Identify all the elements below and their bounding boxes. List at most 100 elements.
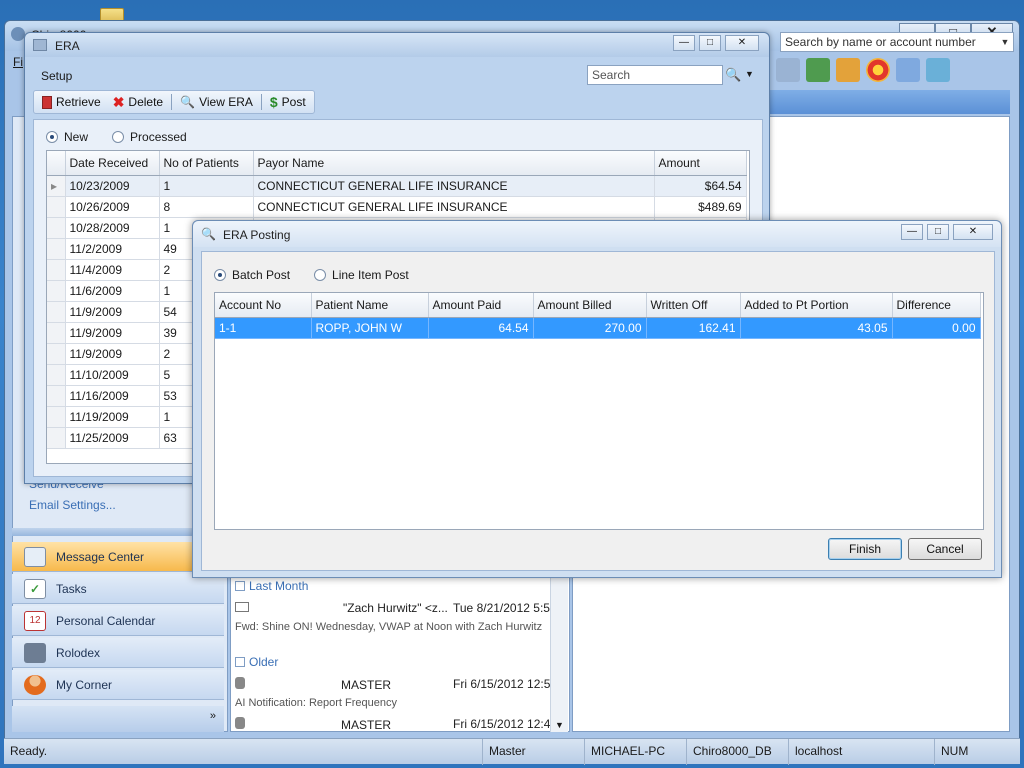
chart-icon[interactable] — [806, 58, 830, 82]
cell-pt-portion[interactable]: 43.05 — [740, 317, 893, 339]
column-header-difference[interactable]: Difference — [892, 293, 981, 318]
collapse-icon[interactable] — [235, 657, 245, 667]
posting-grid[interactable]: Account No Patient Name Amount Paid Amou… — [214, 292, 984, 530]
cell-payor[interactable]: CONNECTICUT GENERAL LIFE INSURANCE — [253, 196, 655, 218]
group-last-month[interactable]: Last Month — [235, 579, 308, 593]
row-header[interactable] — [47, 301, 66, 323]
view-era-button[interactable]: 🔍 View ERA — [176, 95, 257, 109]
table-row[interactable]: 1-1 ROPP, JOHN W 64.54 270.00 162.41 43.… — [215, 317, 981, 339]
filter-processed-radio[interactable]: Processed — [112, 130, 187, 144]
people-icon[interactable] — [836, 58, 860, 82]
target-icon[interactable] — [866, 58, 890, 82]
cell-date[interactable]: 11/2/2009 — [65, 238, 160, 260]
row-header[interactable] — [47, 238, 66, 260]
close-button[interactable]: ✕ — [725, 35, 759, 51]
cell-paid[interactable]: 64.54 — [428, 317, 534, 339]
column-header-date[interactable]: Date Received — [65, 151, 160, 176]
row-header[interactable] — [47, 364, 66, 386]
nav-tasks[interactable]: ✓ Tasks — [12, 574, 224, 604]
row-header[interactable]: ▸ — [47, 175, 66, 197]
cell-date[interactable]: 11/25/2009 — [65, 427, 160, 449]
cell-amount[interactable]: $64.54 — [654, 175, 747, 197]
column-header-patients[interactable]: No of Patients — [159, 151, 254, 176]
batch-post-radio[interactable]: Batch Post — [214, 268, 290, 282]
maximize-button[interactable]: □ — [927, 224, 949, 240]
delete-button[interactable]: ✖ Delete — [109, 94, 167, 111]
column-header-amount[interactable]: Amount — [654, 151, 747, 176]
cell-patients[interactable]: 1 — [159, 175, 254, 197]
row-header[interactable] — [47, 406, 66, 428]
message-subject[interactable]: AI Notification: Report Frequency — [235, 697, 397, 709]
row-header[interactable] — [47, 385, 66, 407]
row-header[interactable] — [47, 322, 66, 344]
menu-setup[interactable]: Setup — [41, 69, 72, 83]
era-search-input[interactable]: Search — [587, 65, 723, 85]
collapse-icon[interactable] — [235, 581, 245, 591]
nav-personal-calendar[interactable]: 12 Personal Calendar — [12, 606, 224, 636]
list-item[interactable]: MASTER Fri 6/15/2012 12:4... — [235, 717, 560, 732]
cell-date[interactable]: 11/4/2009 — [65, 259, 160, 281]
filter-new-radio[interactable]: New — [46, 130, 88, 144]
minimize-button[interactable]: — — [901, 224, 923, 240]
chevron-down-icon[interactable]: ▼ — [745, 69, 754, 79]
cell-patients[interactable]: 8 — [159, 196, 254, 218]
row-header[interactable] — [47, 217, 66, 239]
row-header[interactable] — [47, 259, 66, 281]
post-button[interactable]: $ Post — [266, 94, 310, 110]
pen-icon[interactable] — [776, 58, 800, 82]
cell-date[interactable]: 11/16/2009 — [65, 385, 160, 407]
cell-date[interactable]: 11/9/2009 — [65, 301, 160, 323]
cell-date[interactable]: 11/10/2009 — [65, 364, 160, 386]
menu-file[interactable]: Fi — [13, 55, 23, 69]
message-subject[interactable]: Fwd: Shine ON! Wednesday, VWAP at Noon w… — [235, 621, 542, 633]
minimize-button[interactable]: — — [673, 35, 695, 51]
cell-date[interactable]: 10/28/2009 — [65, 217, 160, 239]
column-header-pt-portion[interactable]: Added to Pt Portion — [740, 293, 893, 318]
message-list-scrollbar[interactable]: ▼ — [550, 576, 568, 732]
cell-account[interactable]: 1-1 — [215, 317, 312, 339]
list-item[interactable]: MASTER Fri 6/15/2012 12:5... — [235, 677, 560, 692]
list-item[interactable]: "Zach Hurwitz" <z... Tue 8/21/2012 5:5..… — [235, 601, 560, 615]
row-header[interactable] — [47, 343, 66, 365]
cell-date[interactable]: 11/19/2009 — [65, 406, 160, 428]
photo-icon[interactable] — [926, 58, 950, 82]
cell-payor[interactable]: CONNECTICUT GENERAL LIFE INSURANCE — [253, 175, 655, 197]
search-icon[interactable]: 🔍 — [725, 67, 741, 83]
cell-date[interactable]: 11/9/2009 — [65, 343, 160, 365]
nav-my-corner[interactable]: My Corner — [12, 670, 224, 700]
row-header[interactable] — [47, 280, 66, 302]
column-header-account[interactable]: Account No — [215, 293, 312, 318]
row-header[interactable] — [47, 196, 66, 218]
cancel-button[interactable]: Cancel — [908, 538, 982, 560]
patient-search-input[interactable]: Search by name or account number ▼ — [780, 32, 1014, 52]
cell-patient[interactable]: ROPP, JOHN W — [311, 317, 429, 339]
cell-date[interactable]: 10/26/2009 — [65, 196, 160, 218]
table-row[interactable]: 10/26/2009 8 CONNECTICUT GENERAL LIFE INSU… — [47, 196, 747, 218]
chevron-down-icon[interactable]: ▼ — [998, 34, 1012, 50]
close-button[interactable]: ✕ — [953, 224, 993, 240]
chevron-double-right-icon[interactable]: » — [210, 710, 216, 722]
maximize-button[interactable]: □ — [699, 35, 721, 51]
nav-rolodex[interactable]: Rolodex — [12, 638, 224, 668]
line-item-post-radio[interactable]: Line Item Post — [314, 268, 409, 282]
compose-icon[interactable] — [896, 58, 920, 82]
group-older[interactable]: Older — [235, 655, 278, 669]
cell-amount[interactable]: $489.69 — [654, 196, 747, 218]
column-header-paid[interactable]: Amount Paid — [428, 293, 534, 318]
column-header-payor[interactable]: Payor Name — [253, 151, 655, 176]
email-settings-link[interactable]: Email Settings... — [29, 498, 116, 512]
cell-billed[interactable]: 270.00 — [533, 317, 647, 339]
cell-date[interactable]: 11/9/2009 — [65, 322, 160, 344]
row-header[interactable] — [47, 427, 66, 449]
cell-difference[interactable]: 0.00 — [892, 317, 981, 339]
scroll-down-icon[interactable]: ▼ — [555, 720, 564, 730]
column-header-written-off[interactable]: Written Off — [646, 293, 741, 318]
table-row[interactable]: ▸ 10/23/2009 1 CONNECTICUT GENERAL LIFE INS… — [47, 175, 747, 197]
column-header-billed[interactable]: Amount Billed — [533, 293, 647, 318]
retrieve-button[interactable]: Retrieve — [38, 95, 105, 109]
cell-written-off[interactable]: 162.41 — [646, 317, 741, 339]
finish-button[interactable]: Finish — [828, 538, 902, 560]
column-header-patient[interactable]: Patient Name — [311, 293, 429, 318]
cell-date[interactable]: 10/23/2009 — [65, 175, 160, 197]
cell-date[interactable]: 11/6/2009 — [65, 280, 160, 302]
